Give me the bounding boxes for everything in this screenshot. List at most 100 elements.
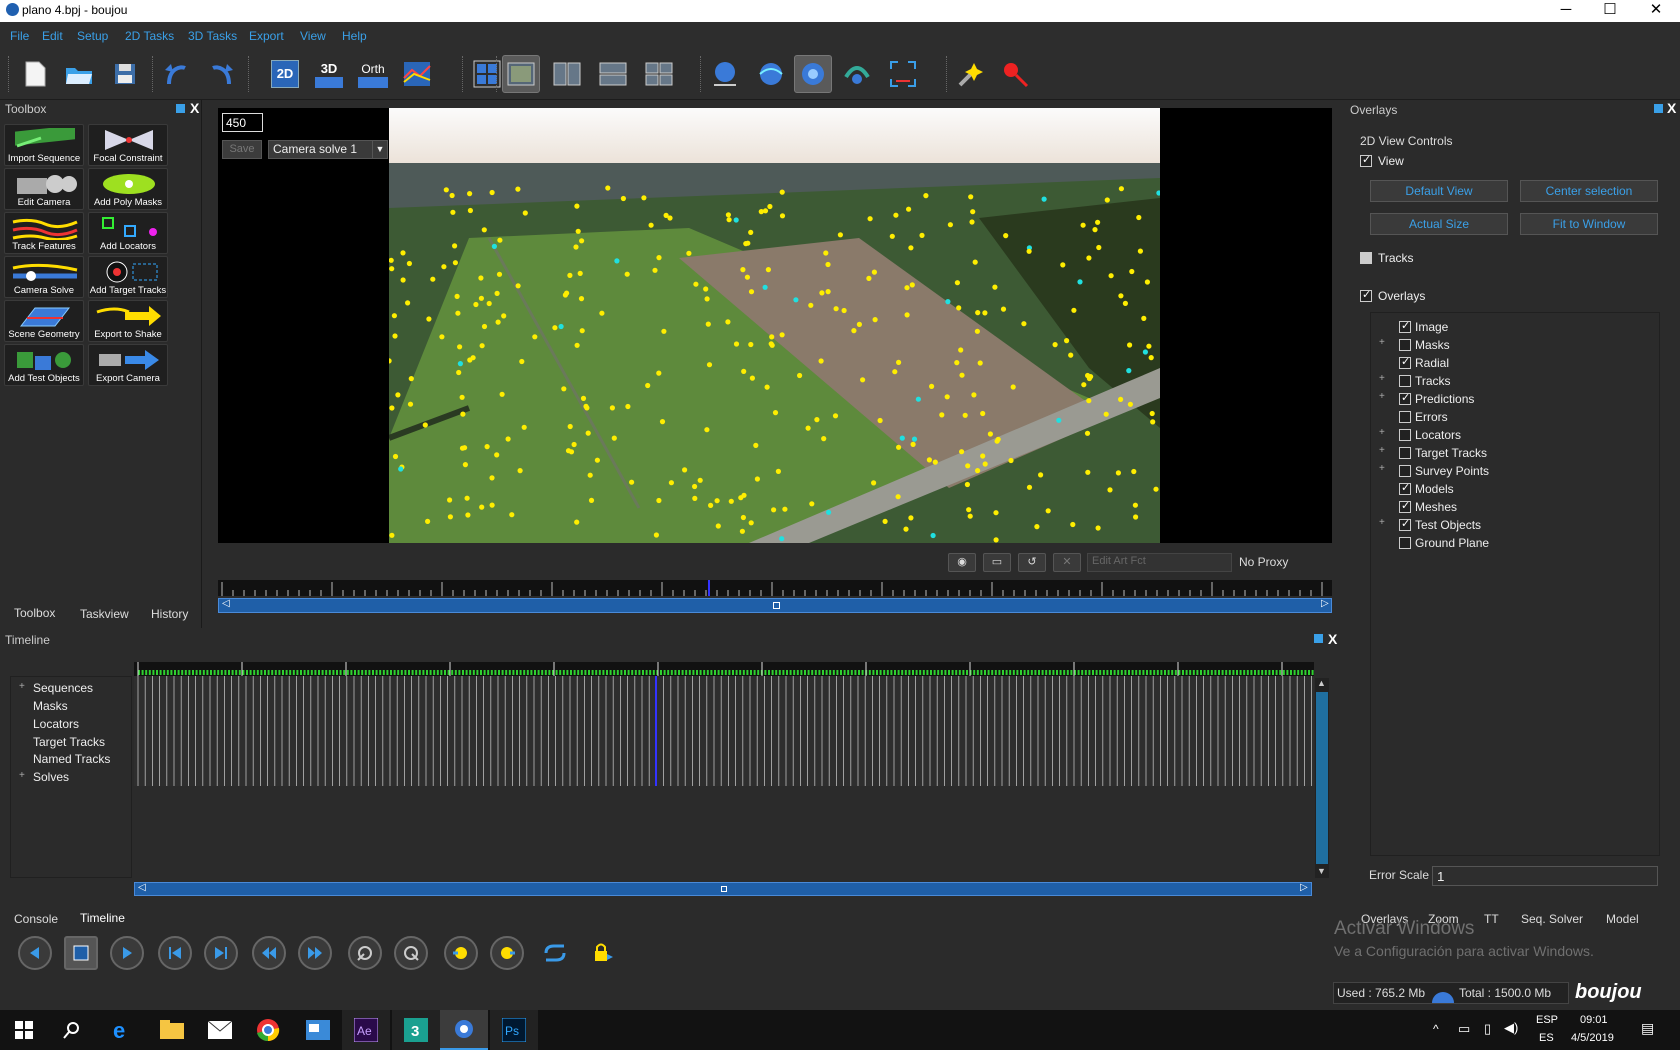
track-point[interactable] [656,255,662,261]
add-test-objects-tool[interactable]: Add Test Objects [4,344,84,386]
actual-size-button[interactable]: Actual Size [1370,213,1508,235]
volume-icon[interactable]: ◀) [1504,1020,1518,1036]
track-point[interactable] [728,498,734,504]
track-point[interactable] [1034,524,1040,530]
track-point[interactable] [389,532,395,538]
windows-start-icon[interactable] [0,1010,48,1050]
track-point[interactable] [405,300,411,306]
track-point[interactable] [575,228,581,234]
import-sequence-tool[interactable]: Import Sequence [4,124,84,166]
track-point[interactable] [579,328,585,334]
menu-edit[interactable]: Edit [42,29,63,43]
redo-arrow-icon[interactable] [202,55,240,93]
track-point[interactable] [1038,472,1044,478]
tab-model[interactable]: Model [1606,912,1639,926]
track-point[interactable] [715,523,721,529]
stop-icon[interactable] [64,936,98,970]
file-explorer-icon[interactable] [148,1010,196,1050]
tab-toolbox[interactable]: Toolbox [14,606,55,620]
scene-geometry-tool[interactable]: Scene Geometry [4,300,84,342]
track-point[interactable] [749,375,755,381]
track-point[interactable] [494,290,500,296]
track-point[interactable] [889,233,895,239]
track-point[interactable] [739,528,745,534]
track-point[interactable] [994,438,1000,444]
track-point[interactable] [515,283,521,289]
expand-icon[interactable]: + [1379,427,1385,438]
track-point[interactable] [467,357,473,363]
track-point[interactable] [740,267,746,273]
track-point[interactable] [1080,222,1086,228]
track-point[interactable] [908,245,914,251]
loop-icon[interactable] [538,936,572,970]
track-point[interactable] [837,232,843,238]
track-point[interactable] [489,189,495,196]
track-point[interactable] [733,217,739,223]
track-point[interactable] [1107,487,1113,493]
error-scale-input[interactable] [1432,866,1658,886]
overlay-item-checkbox[interactable] [1399,499,1411,513]
track-point[interactable] [462,462,468,468]
track-point[interactable] [697,477,703,483]
go-to-start-icon[interactable] [252,936,286,970]
track-point[interactable] [501,313,507,319]
track-point[interactable] [904,312,910,318]
usb-drive-icon[interactable]: ▯ [1484,1021,1491,1037]
overlay-item-checkbox[interactable] [1399,537,1411,549]
track-point[interactable] [489,475,495,481]
overlay-item-checkbox[interactable] [1399,411,1411,423]
track-point[interactable] [764,384,770,390]
track-point[interactable] [825,261,831,268]
language-secondary[interactable]: ES [1539,1032,1554,1044]
track-point[interactable] [580,395,587,401]
view-orth-button[interactable]: Orth [354,55,392,93]
track-point[interactable] [494,452,500,458]
track-point[interactable] [954,360,960,366]
track-point[interactable] [578,296,585,302]
track-point[interactable] [1068,352,1074,358]
wizard-icon[interactable] [952,55,990,93]
track-point[interactable] [605,185,611,191]
overlays-close-button[interactable]: X [1667,100,1676,116]
track-point[interactable] [625,403,631,410]
range-end-handle[interactable]: ▷ [1321,598,1329,609]
track-point[interactable] [959,449,965,455]
track-point[interactable] [565,448,572,454]
fit-to-window-button[interactable]: Fit to Window [1520,213,1658,235]
track-point[interactable] [455,310,461,316]
menu-help[interactable]: Help [342,29,367,43]
track-point[interactable] [959,372,965,378]
track-point[interactable] [588,497,595,503]
track-point[interactable] [1045,508,1051,514]
track-point[interactable] [867,216,873,222]
track-point[interactable] [1085,469,1091,475]
open-folder-icon[interactable] [60,55,98,93]
overlay-item-checkbox[interactable] [1399,391,1411,405]
track-point[interactable] [923,193,929,199]
lock-icon[interactable] [586,936,620,970]
track-point[interactable] [693,281,699,287]
track-point[interactable] [915,396,922,402]
track-point[interactable] [744,274,750,280]
layout-grid-icon[interactable] [468,55,506,93]
track-point[interactable] [457,344,463,350]
track-point[interactable] [872,317,878,323]
boujou-taskbar-icon[interactable] [440,1010,488,1050]
track-point[interactable] [407,401,414,407]
toolbox-close-button[interactable]: X [190,100,199,116]
track-point[interactable] [452,243,458,249]
expand-icon[interactable]: + [1379,337,1385,348]
close-button[interactable]: ✕ [1633,0,1679,22]
range-center-handle[interactable] [773,602,780,609]
expand-icon[interactable]: + [1379,517,1385,528]
photoshop-icon[interactable]: Ps [490,1010,538,1050]
node-target-tracks[interactable]: Target Tracks [33,735,105,749]
globe-rotate-icon[interactable] [752,55,790,93]
track-point[interactable] [692,483,698,490]
track-point[interactable] [1144,279,1150,285]
clock-time[interactable]: 09:01 [1580,1014,1608,1026]
overlay-item-checkbox[interactable] [1399,339,1411,351]
track-point[interactable] [573,244,579,250]
track-point[interactable] [467,191,473,197]
track-point[interactable] [577,270,583,276]
